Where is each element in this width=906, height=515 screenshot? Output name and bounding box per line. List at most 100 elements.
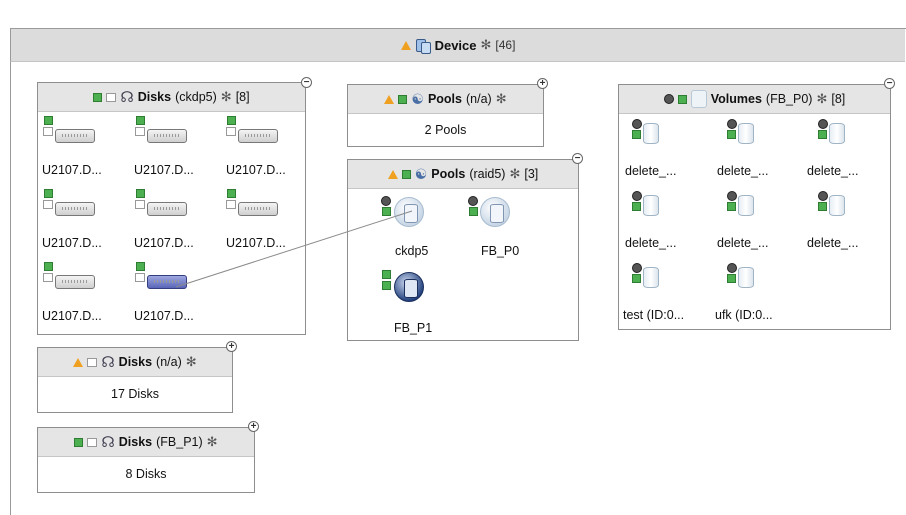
expand-button[interactable]: + [226,341,237,352]
collapse-button[interactable]: − [301,77,312,88]
volume-icon[interactable] [738,267,754,288]
disk-small-icon [226,200,236,209]
disk-label[interactable]: U2107.D... [42,309,102,323]
volume-icon[interactable] [738,123,754,144]
offline-status-icon [381,196,391,206]
ok-status-icon [727,130,736,139]
volume-label[interactable]: delete_... [807,236,858,250]
ok-status-icon [44,189,53,198]
panel-qualifier: (FB_P0) [765,92,813,106]
filter-icon[interactable]: ✻ [207,434,218,450]
ok-status-icon [382,270,391,279]
panel-title: Disks [118,435,153,449]
disks-icon: ☊ [120,89,134,106]
disk-icon[interactable] [55,202,95,216]
panel-title: Disks [137,90,172,104]
panel-count: [8] [831,92,846,106]
volume-icon[interactable] [643,195,659,216]
volumes-icon [690,90,707,108]
offline-status-icon [727,263,737,273]
pool-icon[interactable] [480,197,510,227]
disk-label[interactable]: U2107.D... [226,163,286,177]
filter-icon[interactable]: ✻ [186,354,197,370]
ok-status-icon [136,189,145,198]
disk-icon[interactable] [147,129,187,143]
collapse-button[interactable]: − [884,78,895,89]
disk-label[interactable]: U2107.D... [134,309,194,323]
volume-icon[interactable] [738,195,754,216]
panel-summary[interactable]: 17 Disks [38,376,232,412]
panel-count: [3] [524,167,539,181]
disk-label[interactable]: U2107.D... [226,236,286,250]
ok-status-icon [136,262,145,271]
pool-label[interactable]: ckdp5 [395,244,428,258]
disk-icon[interactable] [55,275,95,289]
filter-icon[interactable]: ✻ [496,91,507,107]
panel-header[interactable]: ☯ Pools (raid5) ✻ [3] [348,160,578,189]
disk-label[interactable]: U2107.D... [42,163,102,177]
panel-header[interactable]: ☊ Disks (n/a) ✻ [38,348,232,377]
disk-small-icon [135,127,145,136]
panel-title: Volumes [710,92,762,106]
panel-header[interactable]: Volumes (FB_P0) ✻ [8] [619,85,890,114]
offline-status-icon [468,196,478,206]
disk-label[interactable]: U2107.D... [134,236,194,250]
filter-icon[interactable]: ✻ [509,166,520,182]
volume-label[interactable]: delete_... [625,236,676,250]
volume-icon[interactable] [643,267,659,288]
selected-pool-icon[interactable] [394,272,424,302]
panel-qualifier: (raid5) [469,167,506,181]
device-count: [46] [495,38,516,52]
warning-status-icon [387,169,398,179]
panel-summary[interactable]: 2 Pools [348,113,543,146]
disk-small-icon [106,92,117,102]
filter-icon[interactable]: ✻ [221,89,232,105]
disk-icon[interactable] [238,202,278,216]
volume-icon[interactable] [829,195,845,216]
expand-button[interactable]: + [537,78,548,89]
volume-label[interactable]: test (ID:0... [623,308,684,322]
panel-title: Disks [118,355,153,369]
pool-icon[interactable] [394,197,424,227]
disk-icon[interactable] [55,129,95,143]
offline-status-icon [727,191,737,201]
volume-icon[interactable] [829,123,845,144]
pool-label[interactable]: FB_P0 [481,244,519,258]
filter-icon[interactable]: ✻ [816,91,827,107]
selected-disk-icon[interactable] [147,275,187,289]
ok-status-icon [227,189,236,198]
offline-status-icon [632,119,642,129]
panel-header[interactable]: ☯ Pools (n/a) ✻ [348,85,543,114]
disk-label[interactable]: U2107.D... [42,236,102,250]
ok-status-icon [818,202,827,211]
ok-status-icon [44,262,53,271]
panel-header[interactable]: ☊ Disks (FB_P1) ✻ [38,428,254,457]
device-title: Device [434,37,477,53]
device-header[interactable]: Device ✻ [46] [10,28,905,62]
disk-label[interactable]: U2107.D... [134,163,194,177]
panel-count: [8] [235,90,250,104]
volume-icon[interactable] [643,123,659,144]
disk-icon[interactable] [238,129,278,143]
ok-status-icon [632,274,641,283]
pools-raid5-panel: ☯ Pools (raid5) ✻ [3] ckdp5 FB_P0 FB_P1 [347,159,579,341]
device-icon [415,38,431,54]
ok-status-icon [632,202,641,211]
ok-status-icon [677,94,687,104]
expand-button[interactable]: + [248,421,259,432]
panel-header[interactable]: ☊ Disks (ckdp5) ✻ [8] [38,83,305,112]
volume-label[interactable]: delete_... [717,164,768,178]
collapse-button[interactable]: − [572,153,583,164]
pools-icon: ☯ [411,90,424,107]
volume-label[interactable]: delete_... [717,236,768,250]
volume-label[interactable]: ufk (ID:0... [715,308,773,322]
disk-small-icon [43,200,53,209]
pool-label[interactable]: FB_P1 [394,321,432,335]
disk-icon[interactable] [147,202,187,216]
volume-label[interactable]: delete_... [807,164,858,178]
volume-label[interactable]: delete_... [625,164,676,178]
filter-icon[interactable]: ✻ [481,37,492,53]
ok-status-icon [632,130,641,139]
panel-summary[interactable]: 8 Disks [38,456,254,492]
warning-status-icon [73,357,84,367]
